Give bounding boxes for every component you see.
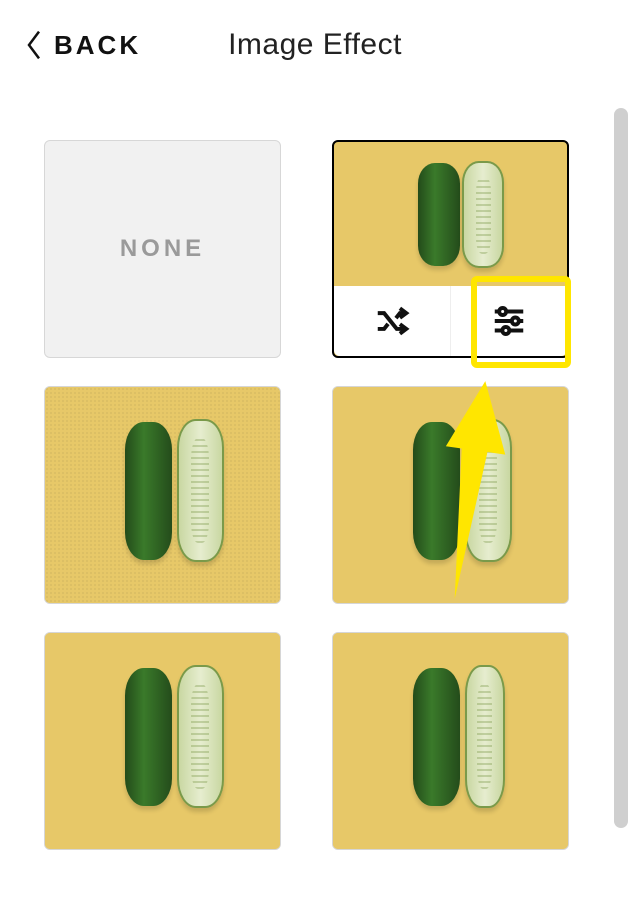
sliders-button[interactable] <box>450 286 567 356</box>
shuffle-button[interactable] <box>334 286 450 356</box>
scrollbar-track <box>612 100 630 906</box>
chevron-left-icon <box>24 28 44 62</box>
effect-tile-selected[interactable] <box>332 140 569 358</box>
effects-grid: NONE <box>0 100 630 890</box>
header: BACK Image Effect <box>0 0 630 90</box>
effect-tile-none[interactable]: NONE <box>44 140 281 358</box>
effect-preview <box>334 142 567 356</box>
effect-preview <box>45 387 280 603</box>
page-title: Image Effect <box>228 28 402 62</box>
effects-scroll-area: NONE <box>0 100 630 906</box>
effect-tile[interactable] <box>44 386 281 604</box>
scrollbar-thumb[interactable] <box>614 108 628 828</box>
shuffle-icon <box>373 302 411 340</box>
effect-tile[interactable] <box>332 386 569 604</box>
sliders-icon <box>490 302 528 340</box>
effect-preview <box>333 633 568 849</box>
none-label: NONE <box>120 235 205 263</box>
effect-tile[interactable] <box>332 632 569 850</box>
effect-preview <box>45 633 280 849</box>
effect-preview <box>333 387 568 603</box>
back-button[interactable]: BACK <box>24 28 141 62</box>
tile-footer <box>334 286 567 356</box>
effect-tile[interactable] <box>44 632 281 850</box>
back-label: BACK <box>54 30 141 61</box>
